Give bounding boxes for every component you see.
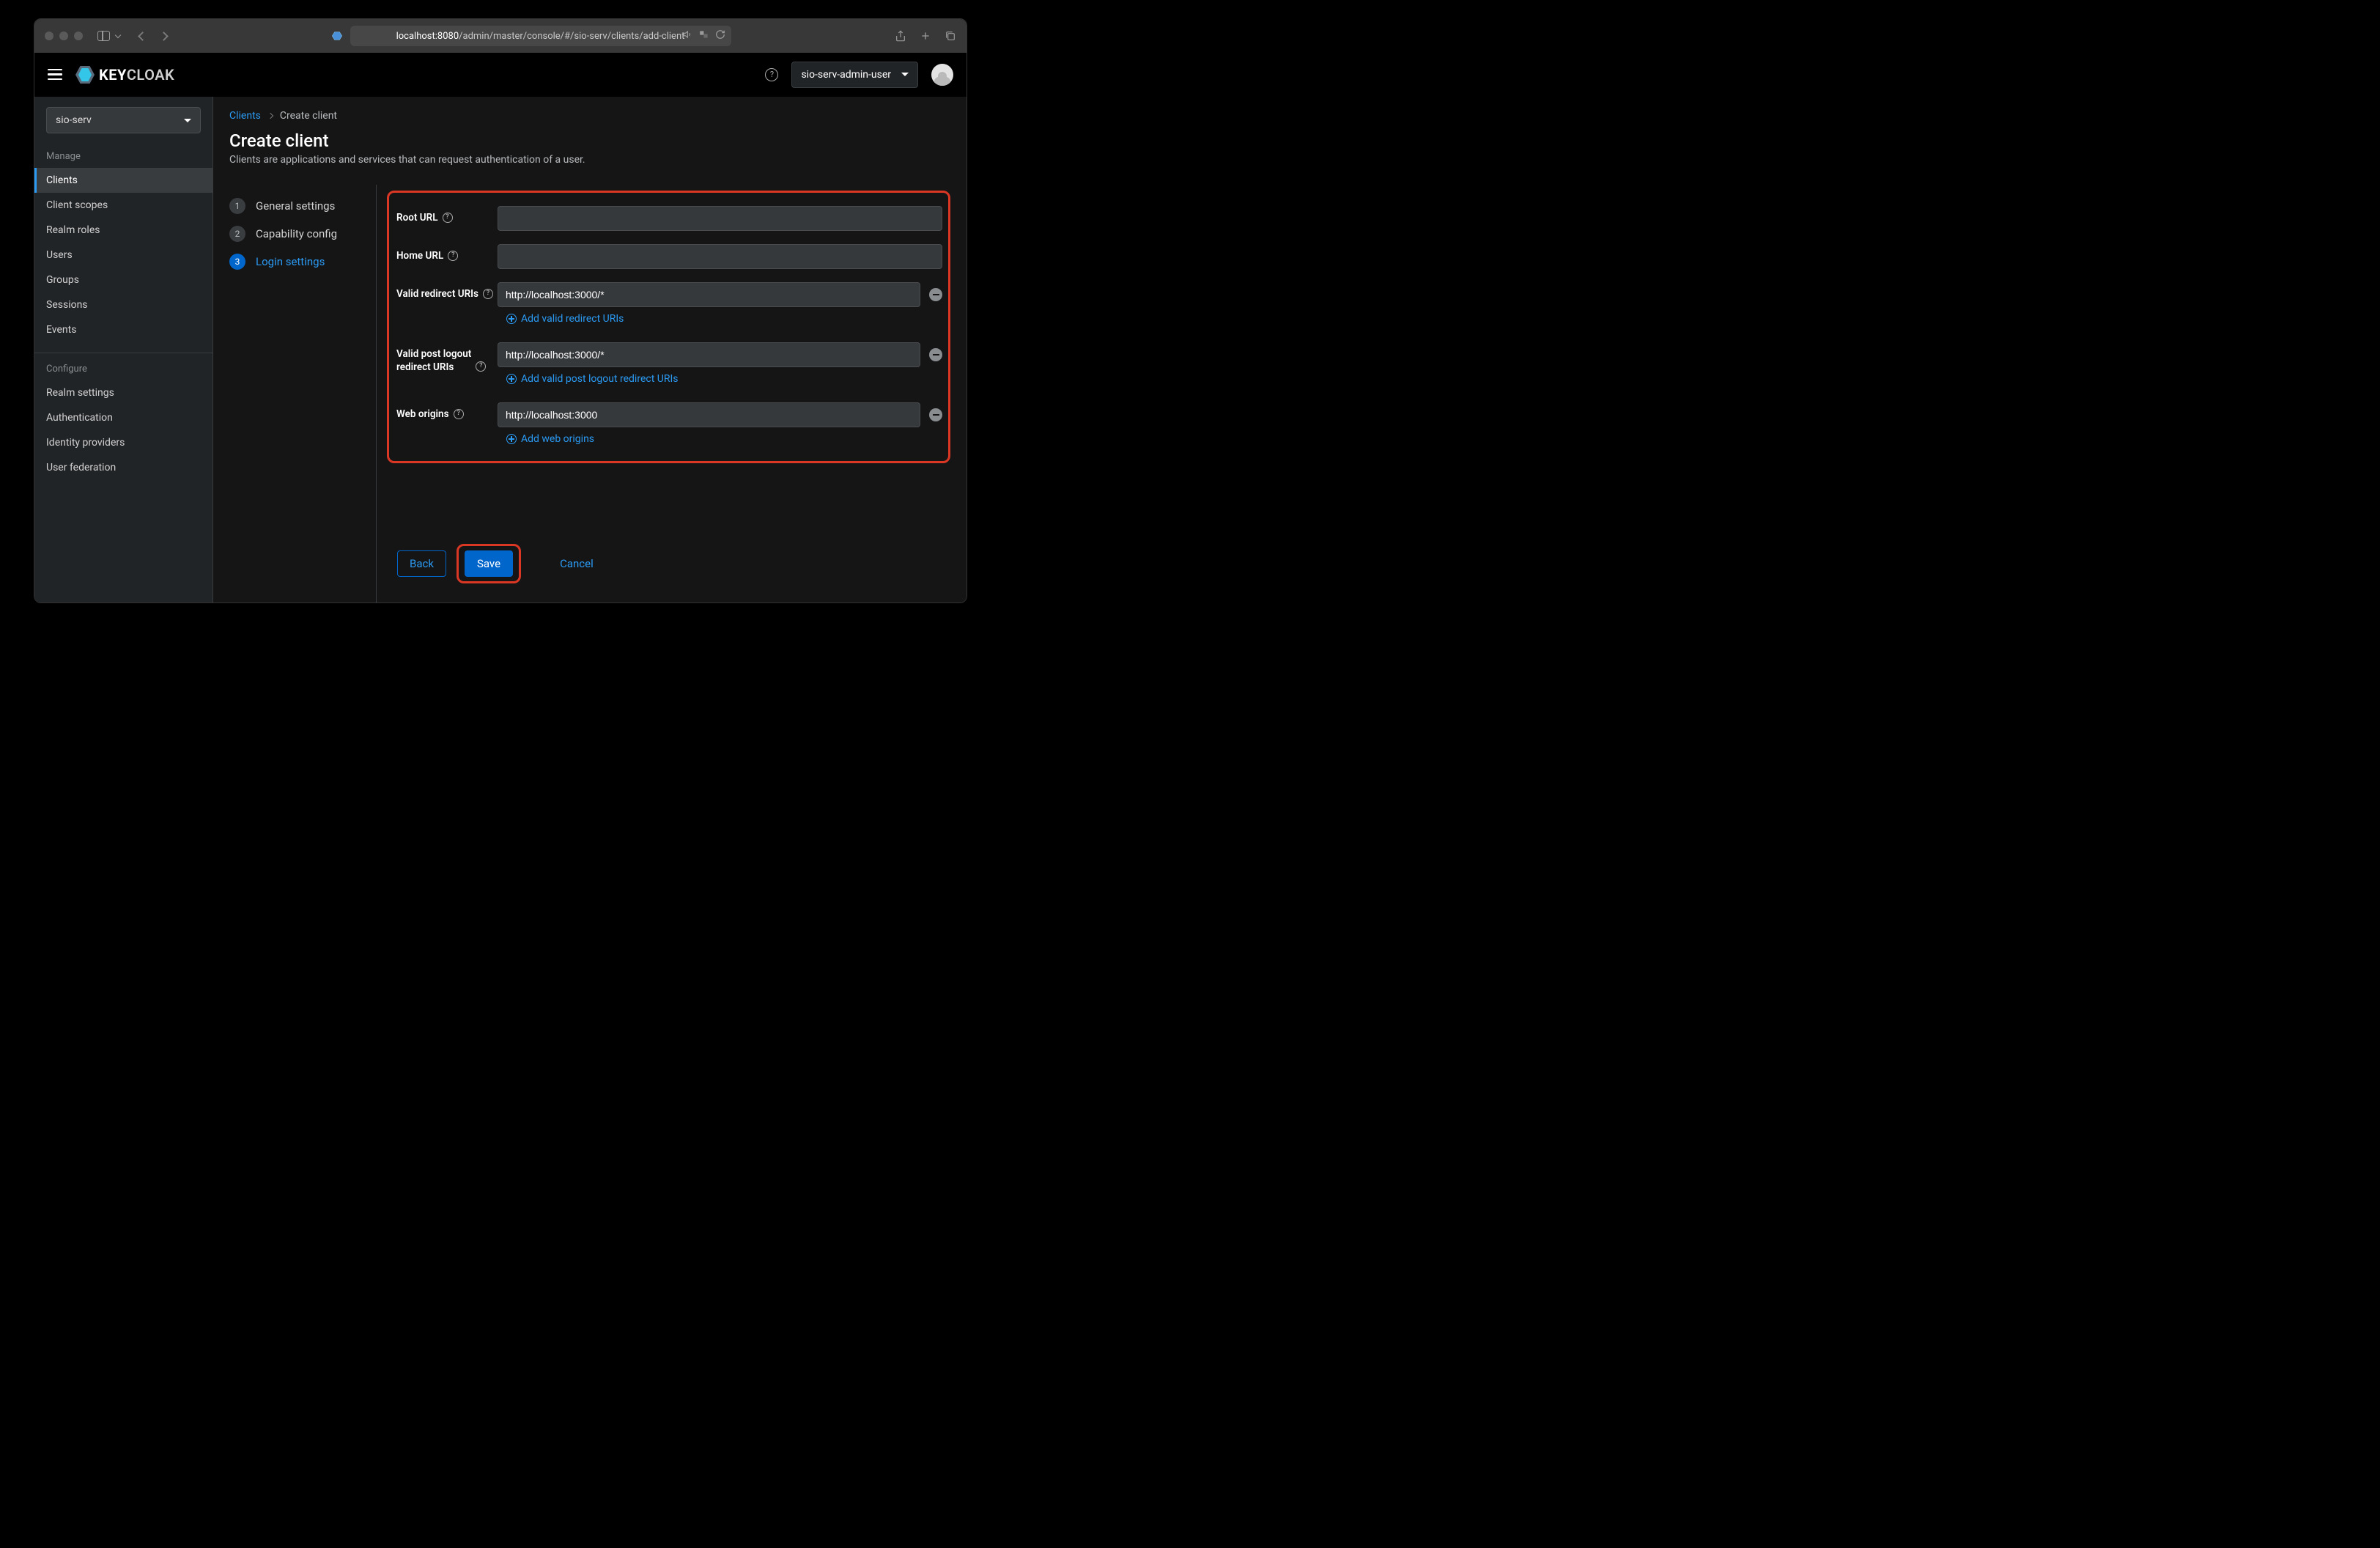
sidebar-toggle-icon[interactable] bbox=[97, 31, 110, 41]
url-path: /admin/master/console/#/sio-serv/clients… bbox=[459, 31, 684, 42]
sidebar-item-user-federation[interactable]: User federation bbox=[34, 455, 212, 480]
reload-icon[interactable] bbox=[715, 29, 725, 43]
app-header: KEYCLOAK ? sio-serv-admin-user bbox=[34, 53, 967, 97]
sidebar-item-authentication[interactable]: Authentication bbox=[34, 405, 212, 430]
breadcrumb-current: Create client bbox=[280, 110, 337, 122]
caret-down-icon bbox=[184, 119, 191, 122]
help-icon[interactable]: ? bbox=[765, 68, 778, 81]
user-dropdown-label: sio-serv-admin-user bbox=[801, 69, 891, 81]
main-content: Clients Create client Create client Clie… bbox=[213, 97, 967, 602]
minimize-window-icon[interactable] bbox=[59, 32, 68, 40]
wizard-step-login[interactable]: 3 Login settings bbox=[229, 248, 376, 276]
sidebar-section-manage: Manage bbox=[34, 141, 212, 168]
keycloak-logo[interactable]: KEYCLOAK bbox=[75, 66, 174, 84]
keycloak-logo-icon bbox=[75, 66, 95, 84]
redirect-uri-input[interactable] bbox=[498, 282, 920, 307]
sidebar-item-client-scopes[interactable]: Client scopes bbox=[34, 193, 212, 218]
sidebar-item-sessions[interactable]: Sessions bbox=[34, 292, 212, 317]
sidebar: sio-serv Manage Clients Client scopes Re… bbox=[34, 97, 213, 602]
sidebar-item-users[interactable]: Users bbox=[34, 243, 212, 268]
form-actions: Back Save Cancel bbox=[387, 544, 950, 583]
back-icon[interactable] bbox=[139, 33, 146, 40]
help-icon[interactable]: ? bbox=[454, 409, 464, 419]
page-description: Clients are applications and services th… bbox=[229, 154, 950, 166]
wizard-step-capability[interactable]: 2 Capability config bbox=[229, 220, 376, 248]
add-redirect-uri-link[interactable]: Add valid redirect URIs bbox=[498, 313, 942, 325]
sidebar-item-realm-roles[interactable]: Realm roles bbox=[34, 218, 212, 243]
sidebar-section-configure: Configure bbox=[34, 353, 212, 380]
traffic-lights bbox=[45, 32, 83, 40]
chevron-right-icon bbox=[267, 113, 273, 119]
post-logout-label: Valid post logoutredirect URIs ? bbox=[396, 342, 498, 374]
form-panel: Root URL ? Home URL bbox=[376, 185, 950, 602]
remove-web-origin-button[interactable] bbox=[929, 408, 942, 421]
help-icon[interactable]: ? bbox=[476, 361, 486, 372]
url-host: localhost:8080 bbox=[396, 31, 459, 42]
url-bar[interactable]: localhost:8080/admin/master/console/#/si… bbox=[350, 26, 731, 46]
annotation-save-highlight: Save bbox=[457, 544, 521, 583]
mute-icon[interactable] bbox=[683, 29, 693, 43]
maximize-window-icon[interactable] bbox=[74, 32, 83, 40]
breadcrumb: Clients Create client bbox=[229, 110, 950, 122]
cancel-button[interactable]: Cancel bbox=[553, 550, 600, 577]
wizard-steps: 1 General settings 2 Capability config 3… bbox=[229, 185, 376, 602]
wizard-step-general[interactable]: 1 General settings bbox=[229, 192, 376, 220]
sidebar-item-identity-providers[interactable]: Identity providers bbox=[34, 430, 212, 455]
site-favicon bbox=[331, 30, 343, 42]
root-url-label: Root URL ? bbox=[396, 206, 498, 225]
browser-window: localhost:8080/admin/master/console/#/si… bbox=[34, 18, 967, 603]
translate-icon[interactable] bbox=[699, 29, 709, 43]
remove-redirect-uri-button[interactable] bbox=[929, 288, 942, 301]
realm-selector[interactable]: sio-serv bbox=[46, 107, 201, 133]
realm-selector-label: sio-serv bbox=[56, 114, 92, 126]
tab-group-icon[interactable] bbox=[116, 33, 120, 40]
new-tab-icon[interactable] bbox=[920, 30, 931, 42]
close-window-icon[interactable] bbox=[45, 32, 53, 40]
home-url-input[interactable] bbox=[498, 244, 942, 269]
help-icon[interactable]: ? bbox=[483, 289, 493, 299]
breadcrumb-clients-link[interactable]: Clients bbox=[229, 110, 261, 122]
user-dropdown[interactable]: sio-serv-admin-user bbox=[791, 62, 918, 88]
avatar[interactable] bbox=[931, 64, 953, 86]
back-button[interactable]: Back bbox=[397, 550, 446, 577]
sidebar-item-events[interactable]: Events bbox=[34, 317, 212, 342]
add-web-origin-link[interactable]: Add web origins bbox=[498, 433, 942, 445]
sidebar-item-clients[interactable]: Clients bbox=[34, 168, 212, 193]
caret-down-icon bbox=[901, 73, 909, 76]
sidebar-item-groups[interactable]: Groups bbox=[34, 268, 212, 292]
web-origins-label: Web origins ? bbox=[396, 402, 498, 421]
brand-text: KEYCLOAK bbox=[99, 66, 174, 84]
post-logout-uri-input[interactable] bbox=[498, 342, 920, 367]
root-url-input[interactable] bbox=[498, 206, 942, 231]
redirect-uris-label: Valid redirect URIs ? bbox=[396, 282, 498, 301]
browser-chrome: localhost:8080/admin/master/console/#/si… bbox=[34, 19, 967, 53]
help-icon[interactable]: ? bbox=[443, 213, 453, 223]
sidebar-item-realm-settings[interactable]: Realm settings bbox=[34, 380, 212, 405]
page-title: Create client bbox=[229, 130, 950, 151]
web-origins-input[interactable] bbox=[498, 402, 920, 427]
home-url-label: Home URL ? bbox=[396, 244, 498, 263]
add-post-logout-uri-link[interactable]: Add valid post logout redirect URIs bbox=[498, 373, 942, 385]
plus-icon bbox=[506, 314, 517, 324]
nav-toggle-icon[interactable] bbox=[48, 69, 62, 81]
remove-post-logout-uri-button[interactable] bbox=[929, 348, 942, 361]
plus-icon bbox=[506, 374, 517, 384]
annotation-form-highlight: Root URL ? Home URL bbox=[387, 191, 950, 463]
share-icon[interactable] bbox=[895, 30, 906, 42]
tabs-overview-icon[interactable] bbox=[945, 30, 956, 42]
save-button[interactable]: Save bbox=[465, 550, 513, 577]
help-icon[interactable]: ? bbox=[448, 251, 458, 261]
plus-icon bbox=[506, 434, 517, 444]
forward-icon bbox=[160, 33, 167, 40]
